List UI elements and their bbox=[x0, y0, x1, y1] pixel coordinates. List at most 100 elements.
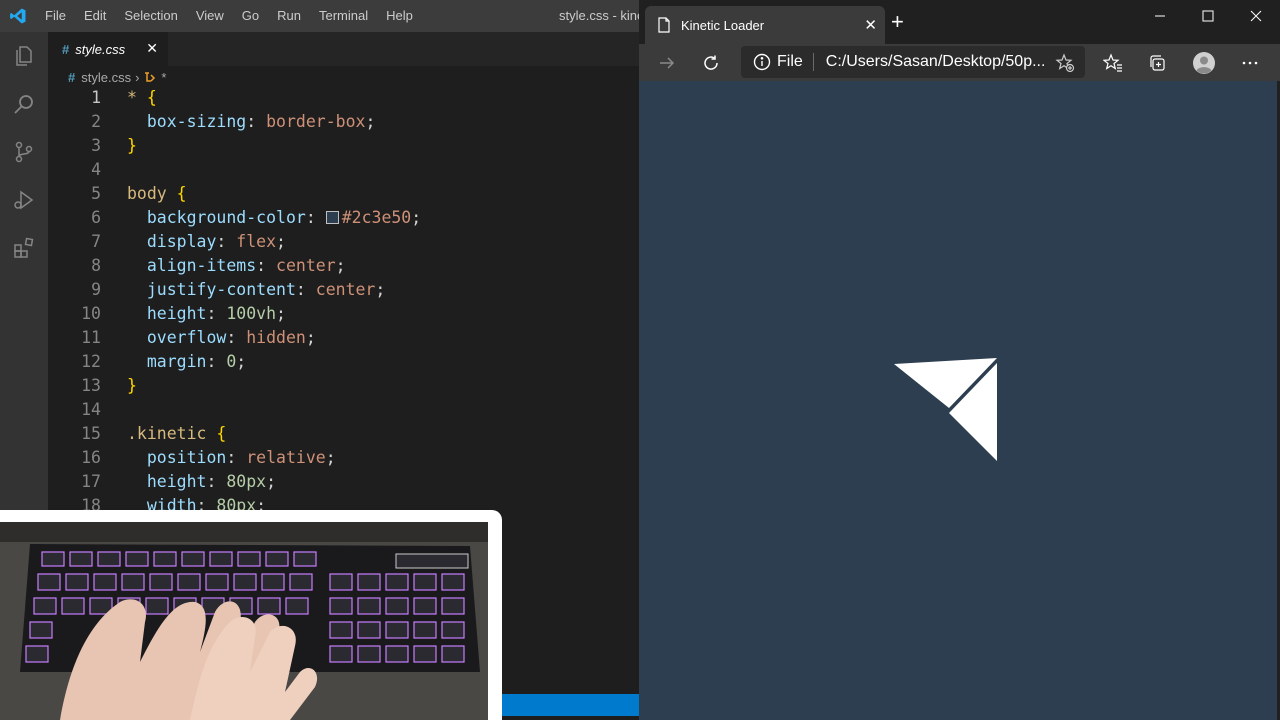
code-line[interactable]: 9 justify-content: center; bbox=[48, 278, 639, 302]
code-line[interactable]: 4 bbox=[48, 158, 639, 182]
code-text: body { bbox=[127, 182, 187, 206]
minimize-icon[interactable] bbox=[1137, 0, 1183, 32]
kinetic-loader bbox=[894, 358, 997, 461]
run-debug-icon[interactable] bbox=[0, 176, 48, 224]
browser-tab[interactable]: Kinetic Loader ✕ bbox=[645, 6, 885, 44]
code-line[interactable]: 10 height: 100vh; bbox=[48, 302, 639, 326]
code-line[interactable]: 1 * { bbox=[48, 86, 639, 110]
code-text: .kinetic { bbox=[127, 422, 226, 446]
code-token: : bbox=[295, 280, 316, 299]
collections-icon[interactable] bbox=[1139, 44, 1175, 81]
code-line[interactable]: 5 body { bbox=[48, 182, 639, 206]
vscode-logo-icon[interactable] bbox=[0, 0, 36, 32]
menu-selection[interactable]: Selection bbox=[115, 0, 186, 32]
menu-bar: File Edit Selection View Go Run Terminal Help bbox=[36, 0, 422, 32]
tab-close-icon[interactable]: ✕ bbox=[146, 40, 158, 57]
code-line[interactable]: 15 .kinetic { bbox=[48, 422, 639, 446]
line-number: 12 bbox=[81, 352, 101, 371]
code-token: background-color bbox=[146, 208, 306, 227]
breadcrumb-file[interactable]: style.css bbox=[81, 70, 131, 85]
add-favorite-icon[interactable] bbox=[1047, 44, 1083, 81]
status-bar bbox=[500, 694, 639, 716]
code-token: ; bbox=[365, 112, 376, 131]
address-bar[interactable]: File C:/Users/Sasan/Desktop/50p... bbox=[741, 46, 1085, 78]
code-token: ; bbox=[236, 352, 247, 371]
code-text: height: 100vh; bbox=[127, 302, 286, 326]
color-swatch[interactable] bbox=[325, 211, 339, 224]
code-line[interactable]: 8 align-items: center; bbox=[48, 254, 639, 278]
code-text: margin: 0; bbox=[127, 350, 246, 374]
new-tab-icon[interactable]: + bbox=[891, 11, 904, 33]
code-token: 100vh bbox=[226, 304, 277, 323]
favorites-icon[interactable] bbox=[1095, 44, 1131, 81]
code-token: body bbox=[127, 184, 177, 203]
tab-style-css[interactable]: # style.css ✕ bbox=[48, 32, 168, 66]
source-control-icon[interactable] bbox=[0, 128, 48, 176]
info-icon[interactable] bbox=[753, 53, 771, 71]
keyboard-hands-image bbox=[0, 522, 488, 720]
tab-label: style.css bbox=[75, 41, 126, 57]
menu-run[interactable]: Run bbox=[268, 0, 310, 32]
code-text: box-sizing: border-box; bbox=[127, 110, 376, 134]
line-number: 7 bbox=[91, 232, 101, 251]
menu-help[interactable]: Help bbox=[377, 0, 422, 32]
code-token: center bbox=[276, 256, 336, 275]
menu-go[interactable]: Go bbox=[233, 0, 268, 32]
menu-file[interactable]: File bbox=[36, 0, 75, 32]
code-token: height bbox=[146, 304, 207, 323]
more-options-icon[interactable] bbox=[1232, 44, 1268, 81]
window-close-icon[interactable] bbox=[1233, 0, 1279, 32]
browser-tab-title: Kinetic Loader bbox=[681, 17, 765, 33]
line-number: 13 bbox=[81, 376, 101, 395]
code-line[interactable]: 3} bbox=[48, 134, 639, 158]
profile-avatar-icon[interactable] bbox=[1186, 44, 1222, 81]
code-line[interactable]: 6 background-color: #2c3e50; bbox=[48, 206, 639, 230]
code-token: ; bbox=[411, 208, 422, 227]
code-line[interactable]: 16 position: relative; bbox=[48, 446, 639, 470]
code-text: } bbox=[127, 134, 137, 158]
line-number: 3 bbox=[91, 136, 101, 155]
code-token: margin bbox=[146, 352, 207, 371]
code-token: : bbox=[206, 352, 227, 371]
code-line[interactable]: 14 bbox=[48, 398, 639, 422]
code-line[interactable]: 11 overflow: hidden; bbox=[48, 326, 639, 350]
code-line[interactable]: 13} bbox=[48, 374, 639, 398]
code-token: overflow bbox=[146, 328, 227, 347]
code-text: align-items: center; bbox=[127, 254, 346, 278]
extensions-icon[interactable] bbox=[0, 224, 48, 272]
refresh-icon[interactable] bbox=[693, 44, 729, 81]
code-token: : bbox=[226, 328, 247, 347]
line-number: 9 bbox=[91, 280, 101, 299]
code-token: align-items bbox=[146, 256, 257, 275]
breadcrumb-selector[interactable]: * bbox=[161, 70, 166, 85]
explorer-icon[interactable] bbox=[0, 32, 48, 80]
code-token: 0 bbox=[226, 352, 237, 371]
code-line[interactable]: 12 margin: 0; bbox=[48, 350, 639, 374]
page-viewport bbox=[639, 81, 1280, 720]
code-token: ; bbox=[276, 304, 286, 323]
code-line[interactable]: 2 box-sizing: border-box; bbox=[48, 110, 639, 134]
code-text: height: 80px; bbox=[127, 470, 276, 494]
line-number: 17 bbox=[81, 472, 101, 491]
code-text: justify-content: center; bbox=[127, 278, 385, 302]
menu-view[interactable]: View bbox=[187, 0, 233, 32]
forward-arrow-icon[interactable] bbox=[649, 44, 685, 81]
tab-close-icon[interactable]: ✕ bbox=[864, 16, 877, 34]
code-token: } bbox=[127, 136, 137, 155]
code-token: } bbox=[127, 376, 137, 395]
code-line[interactable]: 17 height: 80px; bbox=[48, 470, 639, 494]
address-url[interactable]: C:/Users/Sasan/Desktop/50p... bbox=[826, 53, 1046, 71]
code-token: .kinetic bbox=[127, 424, 217, 443]
line-number: 10 bbox=[81, 304, 101, 323]
menu-edit[interactable]: Edit bbox=[75, 0, 115, 32]
code-token: display bbox=[146, 232, 217, 251]
search-icon[interactable] bbox=[0, 80, 48, 128]
code-token: : bbox=[216, 232, 237, 251]
menu-terminal[interactable]: Terminal bbox=[310, 0, 377, 32]
browser-toolbar: File C:/Users/Sasan/Desktop/50p... bbox=[639, 44, 1280, 81]
maximize-icon[interactable] bbox=[1185, 0, 1231, 32]
code-line[interactable]: 7 display: flex; bbox=[48, 230, 639, 254]
code-token: { bbox=[146, 88, 157, 107]
